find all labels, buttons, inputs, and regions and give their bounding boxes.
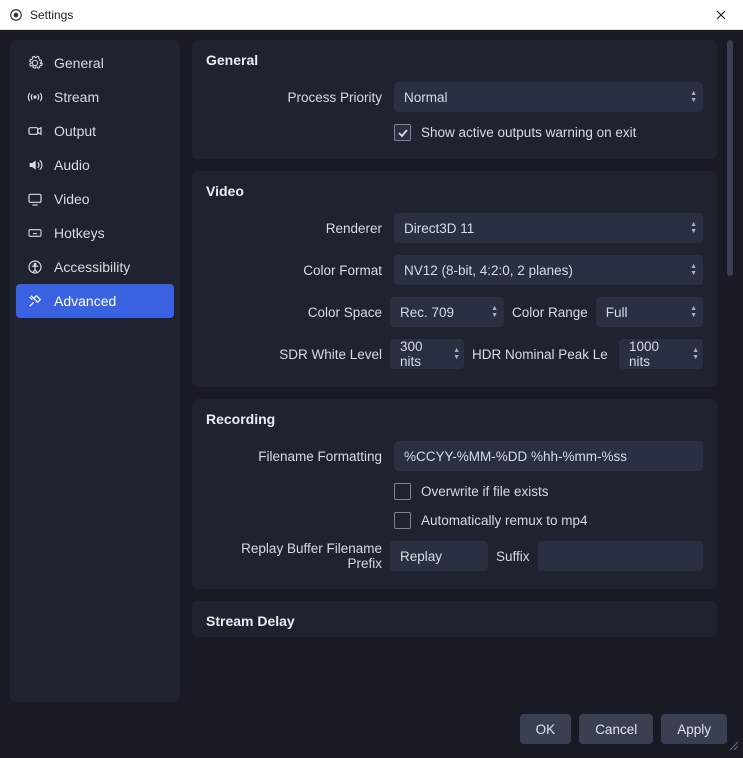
filename-formatting-value: %CCYY-%MM-%DD %hh-%mm-%ss	[404, 449, 627, 464]
sidebar: General Stream Output Audio Video	[10, 40, 180, 702]
process-priority-label: Process Priority	[206, 90, 382, 105]
titlebar: Settings	[0, 0, 743, 30]
color-range-label: Color Range	[512, 305, 588, 320]
ok-button[interactable]: OK	[520, 714, 572, 744]
sidebar-item-output[interactable]: Output	[16, 114, 174, 148]
color-space-label: Color Space	[206, 305, 382, 320]
tools-icon	[26, 292, 44, 310]
renderer-label: Renderer	[206, 221, 382, 236]
sidebar-item-label: Stream	[54, 89, 99, 105]
section-title: Recording	[206, 411, 703, 427]
remux-checkbox[interactable]	[394, 512, 411, 529]
section-title: Video	[206, 183, 703, 199]
sidebar-item-audio[interactable]: Audio	[16, 148, 174, 182]
sidebar-item-general[interactable]: General	[16, 46, 174, 80]
sidebar-item-label: Hotkeys	[54, 225, 105, 241]
replay-prefix-label: Replay Buffer Filename Prefix	[206, 541, 382, 571]
process-priority-select[interactable]: Normal ▲▼	[394, 82, 703, 112]
color-range-value: Full	[606, 305, 628, 320]
sdr-white-spinbox[interactable]: 300 nits ▲▼	[390, 339, 464, 369]
section-video: Video Renderer Direct3D 11 ▲▼ Color Form…	[192, 171, 717, 387]
close-button[interactable]	[707, 1, 735, 29]
color-format-value: NV12 (8-bit, 4:2:0, 2 planes)	[404, 263, 573, 278]
updown-icon: ▲▼	[690, 221, 697, 235]
window-title: Settings	[30, 8, 73, 22]
filename-formatting-label: Filename Formatting	[206, 449, 382, 464]
camera-icon	[26, 122, 44, 140]
updown-icon: ▲▼	[690, 305, 697, 319]
color-space-select[interactable]: Rec. 709 ▲▼	[390, 297, 504, 327]
color-format-label: Color Format	[206, 263, 382, 278]
cancel-button[interactable]: Cancel	[579, 714, 653, 744]
updown-icon: ▲▼	[453, 347, 460, 361]
hdr-peak-spinbox[interactable]: 1000 nits ▲▼	[619, 339, 703, 369]
updown-icon: ▲▼	[692, 347, 699, 361]
sdr-white-value: 300 nits	[400, 339, 442, 369]
scrollbar[interactable]	[727, 40, 733, 330]
sidebar-item-label: Advanced	[54, 293, 116, 309]
show-active-outputs-label: Show active outputs warning on exit	[421, 125, 636, 140]
show-active-outputs-checkbox[interactable]	[394, 124, 411, 141]
overwrite-checkbox[interactable]	[394, 483, 411, 500]
filename-formatting-input[interactable]: %CCYY-%MM-%DD %hh-%mm-%ss	[394, 441, 703, 471]
replay-suffix-label: Suffix	[496, 549, 530, 564]
main-content: General Process Priority Normal ▲▼	[192, 40, 721, 702]
updown-icon: ▲▼	[690, 90, 697, 104]
sidebar-item-advanced[interactable]: Advanced	[16, 284, 174, 318]
ok-label: OK	[536, 722, 556, 737]
apply-button[interactable]: Apply	[661, 714, 727, 744]
replay-suffix-input[interactable]	[538, 541, 703, 571]
keyboard-icon	[26, 224, 44, 242]
sidebar-item-stream[interactable]: Stream	[16, 80, 174, 114]
remux-label: Automatically remux to mp4	[421, 513, 588, 528]
section-title: General	[206, 52, 703, 68]
app-icon	[8, 7, 24, 23]
sidebar-item-label: Accessibility	[54, 259, 130, 275]
section-title: Stream Delay	[206, 613, 703, 629]
sidebar-item-label: General	[54, 55, 104, 71]
renderer-value: Direct3D 11	[404, 221, 474, 236]
replay-prefix-value: Replay	[400, 549, 442, 564]
replay-prefix-input[interactable]: Replay	[390, 541, 488, 571]
color-space-value: Rec. 709	[400, 305, 454, 320]
process-priority-value: Normal	[404, 90, 448, 105]
section-general: General Process Priority Normal ▲▼	[192, 40, 717, 159]
color-range-select[interactable]: Full ▲▼	[596, 297, 703, 327]
section-stream-delay: Stream Delay	[192, 601, 717, 637]
updown-icon: ▲▼	[690, 263, 697, 277]
sidebar-item-video[interactable]: Video	[16, 182, 174, 216]
sidebar-item-label: Audio	[54, 157, 90, 173]
renderer-select[interactable]: Direct3D 11 ▲▼	[394, 213, 703, 243]
hdr-peak-value: 1000 nits	[629, 339, 681, 369]
antenna-icon	[26, 88, 44, 106]
sdr-white-label: SDR White Level	[206, 347, 382, 362]
dialog-footer: OK Cancel Apply	[0, 702, 743, 758]
scroll-thumb[interactable]	[727, 40, 733, 276]
color-format-select[interactable]: NV12 (8-bit, 4:2:0, 2 planes) ▲▼	[394, 255, 703, 285]
sidebar-item-label: Output	[54, 123, 96, 139]
cancel-label: Cancel	[595, 722, 637, 737]
hdr-peak-label: HDR Nominal Peak Le	[472, 347, 608, 362]
sidebar-item-hotkeys[interactable]: Hotkeys	[16, 216, 174, 250]
speaker-icon	[26, 156, 44, 174]
sidebar-item-label: Video	[54, 191, 90, 207]
overwrite-label: Overwrite if file exists	[421, 484, 549, 499]
updown-icon: ▲▼	[491, 305, 498, 319]
section-recording: Recording Filename Formatting %CCYY-%MM-…	[192, 399, 717, 589]
monitor-icon	[26, 190, 44, 208]
apply-label: Apply	[677, 722, 711, 737]
gear-icon	[26, 54, 44, 72]
sidebar-item-accessibility[interactable]: Accessibility	[16, 250, 174, 284]
accessibility-icon	[26, 258, 44, 276]
